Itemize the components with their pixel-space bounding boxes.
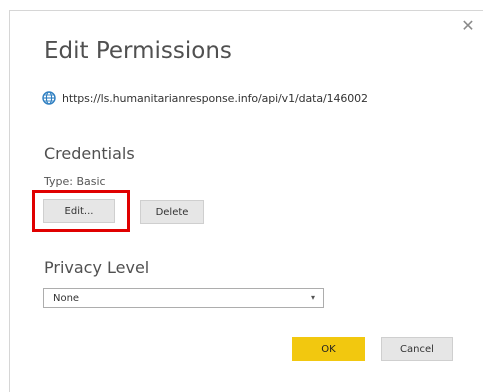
close-icon[interactable]: ✕ xyxy=(460,18,476,34)
privacy-level-value: None xyxy=(53,292,80,304)
cancel-button[interactable]: Cancel xyxy=(381,337,453,361)
chevron-down-icon: ▾ xyxy=(310,293,315,302)
ok-button[interactable]: OK xyxy=(292,337,365,361)
privacy-level-heading: Privacy Level xyxy=(44,258,150,277)
credential-type-label: Type: Basic xyxy=(44,175,106,188)
page-background: ✕ Edit Permissions https://ls.humanitari… xyxy=(0,0,483,392)
delete-credentials-button[interactable]: Delete xyxy=(140,200,204,224)
data-source-url-row: https://ls.humanitarianresponse.info/api… xyxy=(42,90,368,106)
highlight-box xyxy=(32,190,130,232)
privacy-level-select[interactable]: None ▾ xyxy=(43,288,324,308)
data-source-url: https://ls.humanitarianresponse.info/api… xyxy=(62,91,368,105)
globe-icon xyxy=(42,91,56,105)
credentials-heading: Credentials xyxy=(44,144,135,163)
dialog-title: Edit Permissions xyxy=(44,38,232,64)
